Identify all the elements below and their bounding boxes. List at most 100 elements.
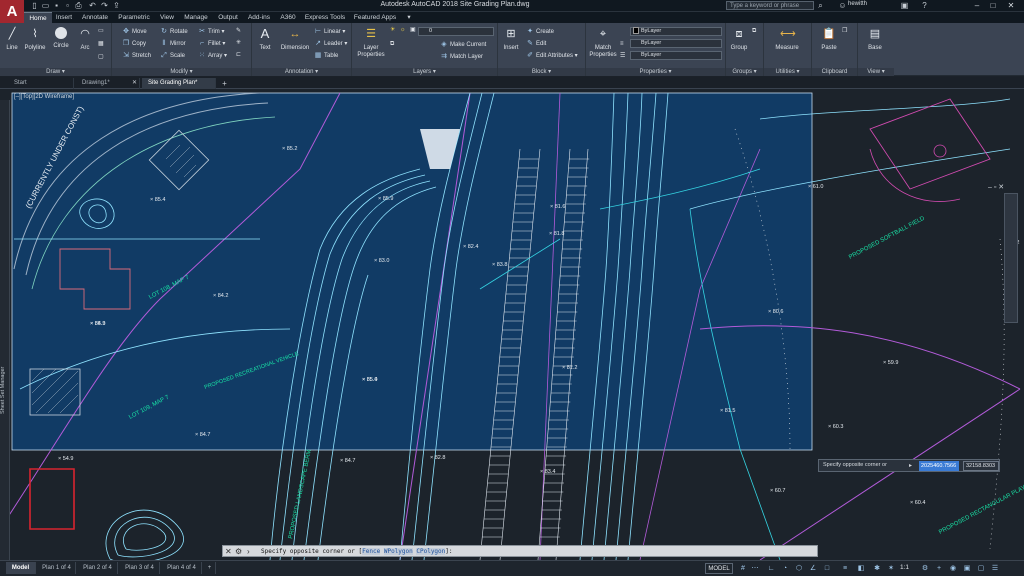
minimize-icon[interactable]: – bbox=[970, 0, 984, 11]
command-line[interactable]: ✕ ⚙ › Specify opposite corner or [Fence … bbox=[222, 545, 818, 557]
panel-clipboard-title[interactable]: Clipboard bbox=[812, 68, 857, 76]
panel-utilities-title[interactable]: Utilities ▾ bbox=[764, 68, 811, 76]
drawing-canvas[interactable]: (CURRENTLY UNDER CONST) LOT 108, MAP 7 L… bbox=[0, 89, 1024, 560]
maximize-icon[interactable]: □ bbox=[986, 0, 1000, 11]
command-close-icon[interactable]: ✕ bbox=[225, 546, 232, 557]
plus-icon[interactable]: + bbox=[934, 564, 944, 574]
workspace-gear-icon[interactable]: ⚙ bbox=[920, 564, 930, 574]
search-input[interactable]: Type a keyword or phrase bbox=[726, 1, 814, 10]
grid-icon[interactable]: # bbox=[738, 564, 748, 574]
close-icon[interactable]: ✕ bbox=[1004, 0, 1018, 11]
layout-tab-model[interactable]: Model bbox=[6, 562, 36, 574]
explode-icon[interactable]: ✳ bbox=[236, 38, 241, 49]
leader-button[interactable]: ↗ Leader ▾ bbox=[314, 38, 347, 49]
rectangle-icon[interactable]: ▢ bbox=[98, 52, 104, 63]
save-as-icon[interactable]: ▫ bbox=[63, 1, 72, 10]
rotate-button[interactable]: ↻ Rotate bbox=[160, 26, 188, 37]
ungroup-icon[interactable]: ⧉ bbox=[752, 26, 756, 37]
copy-button[interactable]: ❐ Copy bbox=[122, 38, 146, 49]
panel-layers-title[interactable]: Layers ▾ bbox=[352, 68, 497, 76]
tab-add-ins[interactable]: Add-ins bbox=[244, 12, 274, 23]
share-icon[interactable]: ⇪ bbox=[112, 1, 121, 10]
tab-manage[interactable]: Manage bbox=[180, 12, 212, 23]
dimension-button[interactable]: ↔ Dimension bbox=[280, 27, 310, 52]
table-button[interactable]: ▦ Table bbox=[314, 50, 339, 61]
list-icon[interactable]: ☰ bbox=[620, 51, 625, 62]
hardware-acceleration-icon[interactable]: ▣ bbox=[962, 564, 972, 574]
dynamic-input-y[interactable]: 32158.8303 bbox=[963, 461, 999, 471]
dynamic-input-x[interactable]: 2025460.7566 bbox=[919, 461, 959, 471]
tab-home[interactable]: Home bbox=[24, 12, 52, 23]
arc-button[interactable]: ◠ Arc bbox=[74, 27, 96, 52]
annotation-scale-icon[interactable]: ✶ bbox=[886, 564, 896, 574]
help-icon[interactable]: ? bbox=[920, 1, 929, 10]
panel-groups-title[interactable]: Groups ▾ bbox=[726, 68, 763, 76]
edit-block-button[interactable]: ✎ Edit bbox=[526, 38, 546, 49]
offset-icon[interactable]: ⊏ bbox=[236, 50, 241, 61]
annotation-visibility-icon[interactable]: ✱ bbox=[872, 564, 882, 574]
tab-annotate[interactable]: Annotate bbox=[78, 12, 112, 23]
site-grading-plan-drawing[interactable]: (CURRENTLY UNDER CONST) LOT 108, MAP 7 L… bbox=[0, 89, 1024, 560]
add-layout-icon[interactable]: + bbox=[204, 562, 216, 574]
cart-icon[interactable]: ▣ bbox=[900, 1, 909, 10]
close-tab-icon[interactable]: ✕ bbox=[130, 79, 139, 88]
erase-icon[interactable]: ✎ bbox=[236, 26, 241, 37]
base-view-button[interactable]: ▤ Base bbox=[864, 27, 886, 52]
linetype-dropdown[interactable]: ByLayer bbox=[630, 39, 722, 48]
isolate-objects-icon[interactable]: ◉ bbox=[948, 564, 958, 574]
move-button[interactable]: ✥ Move bbox=[122, 26, 147, 37]
model-space-button[interactable]: MODEL bbox=[705, 563, 733, 574]
stretch-button[interactable]: ⇲ Stretch bbox=[122, 50, 151, 61]
file-tab-site-grading-plan[interactable]: Site Grading Plan* bbox=[142, 78, 216, 89]
option-wpolygon[interactable]: WPolygon bbox=[383, 548, 413, 555]
layer-freeze-icon[interactable]: ☼ bbox=[400, 25, 406, 36]
layout-tab-plan-1[interactable]: Plan 1 of 4 bbox=[38, 562, 76, 574]
tab-a360[interactable]: A360 bbox=[276, 12, 300, 23]
new-tab-icon[interactable]: + bbox=[220, 79, 229, 88]
customization-menu-icon[interactable]: ☰ bbox=[990, 564, 1000, 574]
scale-button[interactable]: ⤢ Scale bbox=[160, 50, 185, 61]
trim-button[interactable]: ✂ Trim ▾ bbox=[198, 26, 224, 37]
viewport-window-controls[interactable]: – ▫ ✕ bbox=[988, 183, 1020, 193]
user-icon[interactable]: ☺ bbox=[838, 1, 847, 10]
polyline-button[interactable]: ⌇ Polyline bbox=[24, 27, 46, 52]
search-icon[interactable]: ⌕ bbox=[816, 1, 825, 10]
tab-parametric[interactable]: Parametric bbox=[114, 12, 154, 23]
mirror-button[interactable]: ⫴ Mirror bbox=[160, 38, 186, 49]
new-file-icon[interactable]: ▯ bbox=[30, 1, 39, 10]
panel-modify-title[interactable]: Modify ▾ bbox=[112, 68, 251, 76]
tab-insert[interactable]: Insert bbox=[52, 12, 76, 23]
tab-express-tools[interactable]: Express Tools bbox=[302, 12, 348, 23]
lineweight-dropdown[interactable]: ByLayer bbox=[630, 51, 722, 60]
transparency-icon[interactable]: ◧ bbox=[856, 564, 866, 574]
copy-clip-icon[interactable]: ❐ bbox=[842, 26, 847, 37]
dynamic-input-arrow-icon[interactable]: ▸ bbox=[909, 462, 912, 469]
tab-view[interactable]: View bbox=[156, 12, 178, 23]
option-fence[interactable]: Fence bbox=[362, 548, 381, 555]
snap-icon[interactable]: ⋯ bbox=[750, 564, 760, 574]
navigation-bar[interactable] bbox=[1004, 193, 1018, 323]
open-folder-icon[interactable]: ▭ bbox=[41, 1, 50, 10]
object-snap-tracking-icon[interactable]: ∠ bbox=[808, 564, 818, 574]
circle-button[interactable]: Circle bbox=[50, 27, 72, 50]
viewport-controls-label[interactable]: [–][Top][2D Wireframe] bbox=[14, 94, 74, 100]
panel-view-title[interactable]: View ▾ bbox=[858, 68, 894, 76]
plot-icon[interactable]: ⎙ bbox=[74, 1, 83, 10]
draw-more-icon[interactable]: ▭ bbox=[98, 26, 104, 37]
annotation-scale-value[interactable]: 1:1 bbox=[900, 564, 909, 571]
undo-icon[interactable]: ↶ bbox=[88, 1, 97, 10]
polar-icon[interactable]: ◔ bbox=[780, 564, 790, 574]
layer-states-icon[interactable]: ⧉ bbox=[390, 39, 394, 50]
palette-label[interactable]: Sheet Set Manager bbox=[0, 310, 10, 470]
panel-draw-title[interactable]: Draw ▾ bbox=[0, 68, 111, 76]
command-settings-icon[interactable]: ⚙ bbox=[235, 546, 242, 557]
option-cpolygon[interactable]: CPolygon bbox=[416, 548, 446, 555]
ribbon-minimize-icon[interactable]: ▾ bbox=[404, 12, 414, 23]
layout-tab-plan-2[interactable]: Plan 2 of 4 bbox=[78, 562, 118, 574]
create-block-button[interactable]: ✦ Create bbox=[526, 26, 554, 37]
panel-properties-title[interactable]: Properties ▾ bbox=[586, 68, 725, 76]
hatch-icon[interactable]: ▦ bbox=[98, 39, 104, 50]
clean-screen-icon[interactable]: ▢ bbox=[976, 564, 986, 574]
application-menu-button[interactable]: A bbox=[0, 0, 24, 24]
line-button[interactable]: ╱ Line bbox=[1, 27, 23, 52]
